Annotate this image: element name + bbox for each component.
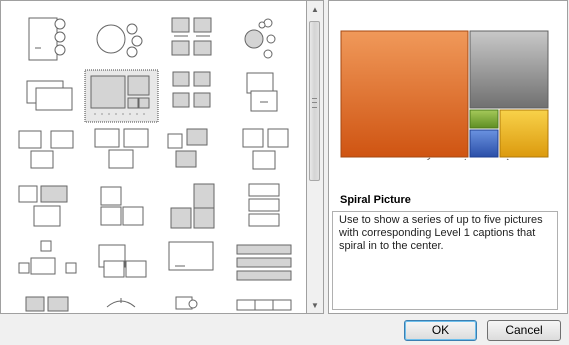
bending-picture-caption-icon[interactable] (172, 71, 211, 108)
vertical-circle-list-icon[interactable] (28, 17, 66, 61)
horizontal-picture-list-icon[interactable] (236, 244, 292, 281)
picture-blocks-icon[interactable] (170, 183, 215, 229)
picture-caption-list-icon[interactable] (246, 72, 278, 112)
layout-gallery-grid (18, 17, 292, 312)
scroll-down-arrow-icon[interactable]: ▼ (307, 299, 323, 313)
circle-arrow-process-icon[interactable] (96, 23, 143, 58)
layout-title: Spiral Picture (340, 194, 411, 206)
scroll-up-arrow-icon[interactable]: ▲ (307, 3, 323, 17)
layout-description: Use to show a series of up to five pictu… (332, 211, 558, 310)
picture-stack-icon[interactable] (26, 80, 73, 111)
ok-button[interactable]: OK (404, 320, 477, 341)
titled-picture-blocks-icon[interactable] (168, 241, 214, 271)
hierarchy-picture-icon[interactable] (25, 296, 69, 312)
picture-accent-process-icon[interactable] (106, 298, 136, 308)
preview-caption-tick (464, 158, 467, 160)
preview-caption-tick (506, 158, 510, 160)
picture-grid-icon[interactable] (171, 17, 212, 56)
ascending-picture-accent-icon[interactable] (98, 244, 147, 278)
circular-picture-callout-icon[interactable] (18, 240, 77, 275)
preview-gray-picture (469, 30, 549, 109)
spiral-picture-icon[interactable] (90, 75, 150, 115)
cancel-button[interactable]: Cancel (487, 320, 561, 341)
snapshot-picture-list-icon[interactable] (167, 128, 208, 168)
picture-strips-icon[interactable] (18, 185, 68, 227)
radial-cluster-icon[interactable] (244, 18, 276, 59)
layout-gallery (0, 0, 307, 314)
scrollbar-grip-icon (312, 98, 317, 108)
preview-orange-picture (340, 30, 469, 158)
layout-preview (340, 30, 549, 160)
preview-yellow-picture (499, 109, 549, 158)
scrollbar-thumb[interactable] (309, 21, 320, 181)
preview-caption-tick (426, 157, 431, 160)
preview-blue-picture (469, 129, 499, 158)
picture-list-icon[interactable] (248, 183, 280, 227)
picture-accent-blocks-icon[interactable] (94, 128, 149, 169)
table-list-icon[interactable] (236, 299, 292, 311)
title-picture-lineup-icon[interactable] (100, 186, 144, 226)
gallery-scrollbar[interactable]: ▲ ▼ (307, 0, 324, 314)
preview-green-picture (469, 109, 499, 129)
picture-tabs-icon[interactable] (242, 128, 289, 170)
continuous-picture-icon[interactable] (175, 296, 198, 310)
framed-picture-grid-icon[interactable] (18, 130, 74, 169)
